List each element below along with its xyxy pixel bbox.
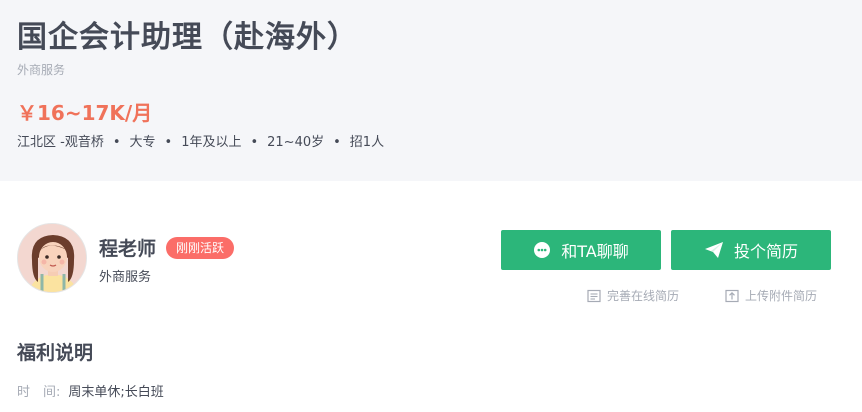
job-experience: 1年及以上 [181,135,242,150]
paper-plane-icon [704,241,724,259]
avatar-illustration [18,224,86,292]
document-icon [587,289,601,303]
separator-dot: • [333,135,341,150]
upload-resume-link[interactable]: 上传附件简历 [725,287,817,304]
active-status-badge: 刚刚活跃 [166,237,235,259]
company-name: 外商服务 [17,63,66,77]
job-meta: 江北区 -观音桥 • 大专 • 1年及以上 • 21~40岁 • 招1人 [17,131,384,150]
recruiter-avatar [17,223,87,293]
work-time-row: 时 间: 周末单休;长白班 [17,381,164,400]
complete-online-resume-label: 完善在线简历 [607,289,680,303]
job-header: 国企会计助理（赴海外） 外商服务 ￥16~17K/月 江北区 -观音桥 • 大专 • 1… [0,0,862,181]
chat-button-label: 和TA聊聊 [561,242,629,261]
separator-dot: • [164,135,173,150]
separator-dot: • [112,135,121,150]
salary: ￥16~17K/月 [17,101,153,125]
recruiter-name: 程老师 [99,238,157,260]
job-education: 大专 [129,135,156,150]
work-time-value: 周末单休;长白班 [68,385,164,400]
upload-resume-label: 上传附件简历 [745,289,818,303]
complete-online-resume-link[interactable]: 完善在线简历 [587,287,679,304]
work-time-label: 时 间: [17,385,61,400]
upload-icon [725,289,739,303]
job-title: 国企会计助理（赴海外） [17,20,358,55]
chat-bubble-icon [533,241,551,259]
benefits-heading: 福利说明 [17,342,94,364]
job-age: 21~40岁 [267,135,325,150]
chat-button[interactable]: 和TA聊聊 [501,230,661,270]
send-resume-button[interactable]: 投个简历 [671,230,831,270]
send-resume-button-label: 投个简历 [733,242,798,261]
job-headcount: 招1人 [349,135,385,150]
job-location: 江北区 -观音桥 [17,135,104,150]
separator-dot: • [250,135,259,150]
recruiter-company: 外商服务 [99,270,152,285]
